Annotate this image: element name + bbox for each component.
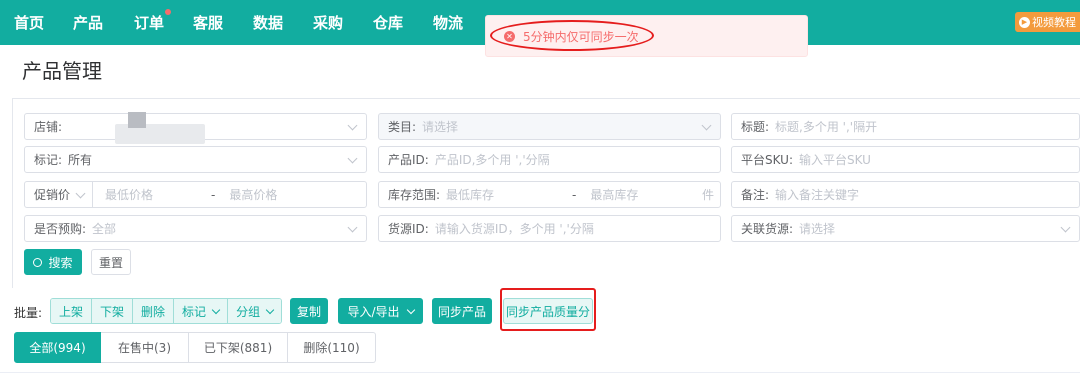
tag-label: 标记: (34, 153, 63, 167)
batch-tag-label: 标记 (182, 304, 207, 319)
chevron-down-icon (347, 153, 358, 164)
sync-products-button[interactable]: 同步产品 (432, 298, 492, 324)
chevron-down-icon (406, 305, 415, 314)
linked-source-placeholder: 请选择 (799, 222, 836, 236)
nav-item-orders[interactable]: 订单 (134, 9, 172, 33)
copy-button[interactable]: 复制 (290, 298, 328, 324)
stock-max-input[interactable]: 最高库存 (584, 186, 638, 203)
batch-delist-button[interactable]: 下架 (92, 299, 134, 323)
title-input[interactable]: 标题: 标题,多个用 ','隔开 (731, 113, 1080, 140)
remark-label: 备注: (741, 188, 770, 202)
batch-delete-button[interactable]: 删除 (133, 299, 175, 323)
title-placeholder: 标题,多个用 ','隔开 (775, 120, 878, 134)
notification-dot (165, 9, 172, 15)
chevron-down-icon (347, 120, 358, 131)
chevron-down-icon (265, 305, 275, 314)
nav-item-home[interactable]: 首页 (14, 12, 44, 33)
source-id-input[interactable]: 货源ID: 请输入货源ID，多个用 ','分隔 (378, 215, 721, 242)
filter-panel: 店铺: 类目: 请选择 标题: 标题,多个用 ','隔开 标记: 所有 产品ID… (12, 98, 1080, 288)
tab-all[interactable]: 全部(994) (14, 332, 101, 363)
chevron-down-icon (75, 188, 86, 199)
nav-item-products[interactable]: 产品 (73, 12, 103, 33)
tag-select[interactable]: 标记: 所有 (24, 146, 367, 173)
linked-source-label: 关联货源: (741, 222, 794, 236)
search-button[interactable]: 搜索 (24, 249, 82, 275)
presale-placeholder: 全部 (92, 222, 117, 236)
batch-list-button[interactable]: 上架 (51, 299, 93, 323)
tag-value: 所有 (68, 153, 93, 167)
remark-input[interactable]: 备注: 输入备注关键字 (731, 181, 1080, 208)
tab-delisted[interactable]: 已下架(881) (189, 332, 288, 363)
nav-item-data[interactable]: 数据 (253, 12, 283, 33)
linked-source-select[interactable]: 关联货源: 请选择 (731, 215, 1080, 242)
platform-sku-label: 平台SKU: (741, 153, 793, 167)
stock-min-input[interactable]: 最低库存 (440, 186, 564, 203)
nav-item-orders-label: 订单 (134, 14, 165, 32)
platform-sku-input[interactable]: 平台SKU: 输入平台SKU (731, 146, 1080, 173)
remark-placeholder: 输入备注关键字 (775, 188, 860, 202)
chevron-down-icon (347, 222, 358, 233)
price-range-field: 促销价 最低价格 - 最高价格 (24, 181, 367, 208)
redacted-block (128, 112, 146, 128)
range-separator: - (572, 187, 577, 202)
status-tabs: 全部(994) 在售中(3) 已下架(881) 删除(110) (14, 332, 376, 363)
chevron-down-icon (211, 305, 221, 314)
nav-item-warehouse[interactable]: 仓库 (373, 12, 403, 33)
range-separator: - (211, 187, 216, 202)
search-icon (33, 257, 43, 267)
import-export-dropdown[interactable]: 导入/导出 (338, 298, 423, 324)
batch-tag-dropdown[interactable]: 标记 (174, 299, 229, 323)
category-label: 类目: (388, 120, 417, 134)
price-type-value: 促销价 (34, 188, 71, 202)
batch-group-label: 分组 (236, 304, 261, 319)
source-id-placeholder: 请输入货源ID，多个用 ','分隔 (434, 222, 594, 236)
nav-item-purchase[interactable]: 采购 (313, 12, 343, 33)
nav-item-logistics[interactable]: 物流 (433, 12, 463, 33)
divider (0, 372, 1080, 373)
presale-select[interactable]: 是否预购: 全部 (24, 215, 367, 242)
price-type-select[interactable]: 促销价 (25, 182, 94, 207)
stock-unit: 件 (701, 188, 714, 202)
import-export-label: 导入/导出 (347, 304, 400, 319)
play-icon: ▶ (1019, 16, 1030, 28)
stock-range-field: 库存范围: 最低库存 - 最高库存 件 (378, 181, 721, 208)
product-id-placeholder: 产品ID,多个用 ','分隔 (434, 153, 550, 167)
search-button-label: 搜索 (48, 255, 73, 270)
page-title: 产品管理 (22, 59, 102, 83)
title-label: 标题: (741, 120, 770, 134)
video-tutorial-label: 视频教程 (1032, 16, 1076, 29)
category-select[interactable]: 类目: 请选择 (378, 113, 721, 140)
batch-button-group: 上架 下架 删除 标记 分组 (50, 298, 283, 324)
reset-button[interactable]: 重置 (91, 249, 131, 275)
annotation-ring (490, 20, 654, 51)
tab-on-sale[interactable]: 在售中(3) (101, 332, 189, 363)
source-id-label: 货源ID: (388, 222, 429, 236)
stock-label: 库存范围: (388, 188, 441, 202)
category-placeholder: 请选择 (422, 120, 459, 134)
shop-select[interactable]: 店铺: (24, 113, 367, 144)
chevron-down-icon (1060, 222, 1071, 233)
video-tutorial-button[interactable]: ▶ 视频教程 (1015, 12, 1080, 32)
chevron-down-icon (701, 120, 712, 131)
platform-sku-placeholder: 输入平台SKU (799, 153, 871, 167)
presale-label: 是否预购: (34, 222, 87, 236)
batch-label: 批量: (14, 306, 43, 320)
nav-item-service[interactable]: 客服 (193, 12, 223, 33)
product-id-input[interactable]: 产品ID: 产品ID,多个用 ','分隔 (378, 146, 721, 173)
product-id-label: 产品ID: (388, 153, 429, 167)
price-max-input[interactable]: 最高价格 (223, 186, 277, 203)
price-min-input[interactable]: 最低价格 (93, 186, 203, 203)
tab-deleted[interactable]: 删除(110) (288, 332, 376, 363)
annotation-box (500, 288, 596, 331)
shop-label: 店铺: (34, 120, 63, 134)
batch-group-dropdown[interactable]: 分组 (228, 299, 282, 323)
